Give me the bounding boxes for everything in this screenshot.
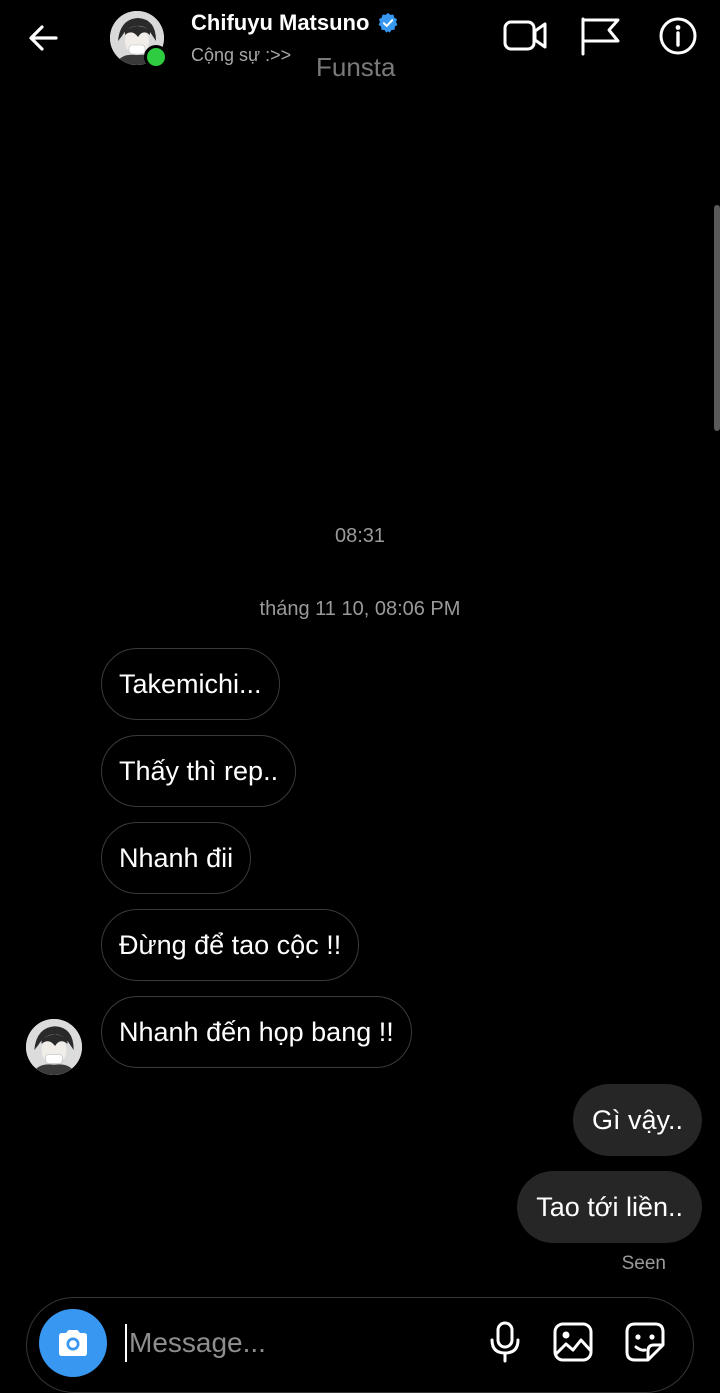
sticker-icon[interactable] [623, 1320, 667, 1364]
contact-name[interactable]: Chifuyu Matsuno [191, 10, 369, 36]
microphone-icon[interactable] [483, 1320, 527, 1364]
timestamp-time: 08:31 [334, 525, 386, 547]
text-caret [125, 1324, 127, 1362]
camera-icon [59, 1330, 87, 1356]
verified-badge-icon [377, 12, 399, 34]
seen-status: Seen [621, 1253, 666, 1274]
outgoing-message[interactable]: Gì vậy.. [572, 1084, 702, 1156]
header-avatar[interactable] [110, 11, 168, 69]
incoming-message[interactable]: Nhanh đến họp bang !! [101, 996, 412, 1068]
video-call-icon[interactable] [502, 16, 547, 56]
sender-avatar[interactable] [26, 1019, 82, 1075]
info-icon[interactable] [656, 16, 700, 56]
contact-subtitle: Cộng sự :>> [191, 45, 292, 65]
gallery-icon[interactable] [551, 1320, 595, 1364]
camera-button[interactable] [39, 1309, 107, 1377]
incoming-message[interactable]: Takemichi... [101, 648, 280, 720]
watermark-text: Funsta [316, 52, 396, 82]
back-arrow-icon[interactable] [24, 20, 64, 56]
message-composer [26, 1297, 694, 1393]
message-input[interactable] [129, 1318, 459, 1368]
online-status-dot [144, 45, 168, 69]
incoming-message[interactable]: Thấy thì rep.. [101, 735, 297, 807]
flag-icon[interactable] [578, 16, 622, 56]
outgoing-message[interactable]: Tao tới liền.. [517, 1171, 702, 1243]
incoming-message[interactable]: Đừng để tao cộc !! [101, 909, 360, 981]
chat-header: Chifuyu Matsuno Cộng sự :>> Funsta [0, 0, 720, 86]
incoming-message[interactable]: Nhanh đii [101, 822, 252, 894]
scrollbar[interactable] [714, 205, 720, 431]
timestamp-date: tháng 11 10, 08:06 PM [259, 598, 461, 620]
